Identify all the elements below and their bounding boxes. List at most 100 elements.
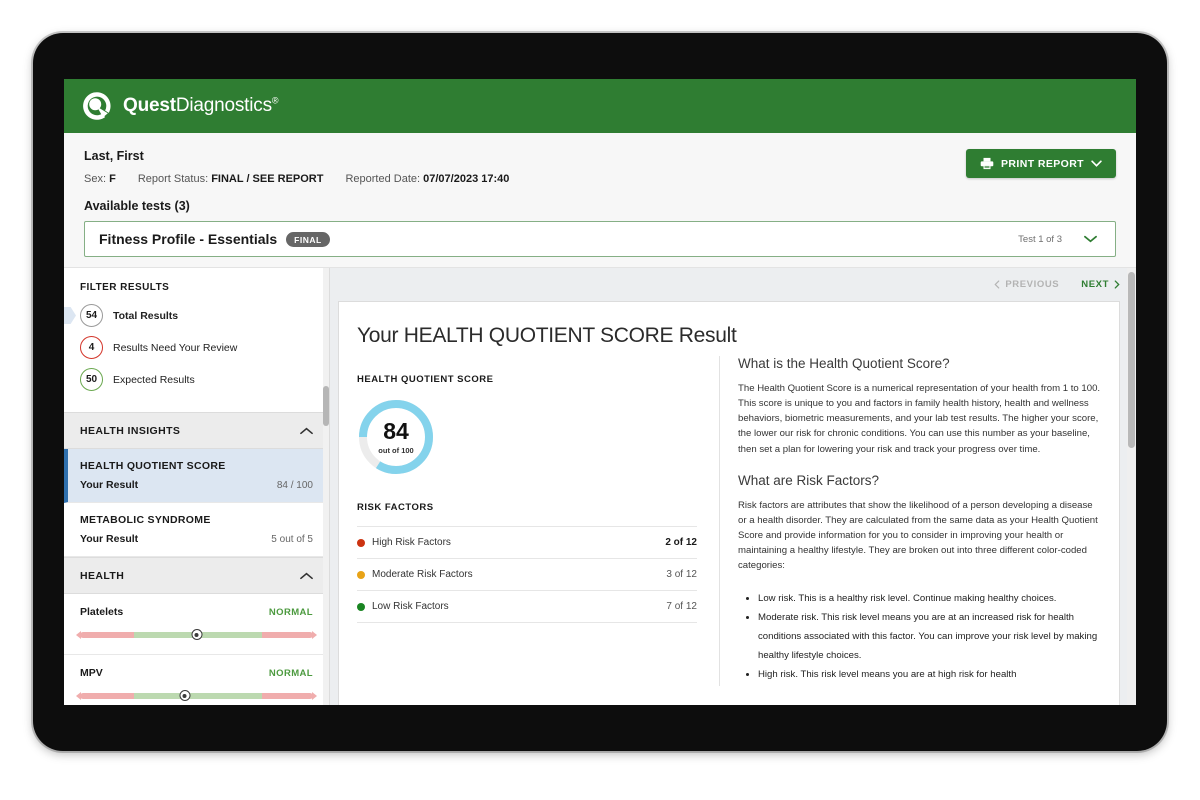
- main-result-panel: PREVIOUS NEXT Your HEALTH QUOTIENT SCORE…: [330, 268, 1136, 705]
- gauge-center-text: 84 out of 100: [357, 398, 435, 476]
- info-heading-score: What is the Health Quotient Score?: [738, 356, 950, 371]
- patient-header: Last, First Sex: F Report Status: FINAL …: [64, 133, 1136, 268]
- section-title: HEALTH: [80, 569, 125, 582]
- risk-category-list: Low risk. This is a healthy risk level. …: [738, 590, 1103, 686]
- print-report-button[interactable]: PRINT REPORT: [966, 149, 1116, 178]
- insight-result-value: 5 out of 5: [271, 534, 313, 545]
- brand-name-bold: Quest: [123, 95, 176, 116]
- chevron-right-icon: [1114, 280, 1120, 289]
- status-badge: NORMAL: [268, 668, 313, 679]
- sidebar-item-mpv[interactable]: MPV NORMAL: [64, 655, 329, 705]
- chevron-up-icon[interactable]: [300, 572, 313, 580]
- analyte-range-bar: [80, 690, 313, 701]
- tablet-screen: QuestDiagnostics® Last, First Sex: F Rep…: [64, 79, 1136, 705]
- range-bar-marker: [179, 690, 191, 701]
- filter-count-badge: 50: [80, 368, 103, 391]
- sex-label: Sex:: [84, 173, 107, 185]
- range-bar-normal-zone: [133, 693, 262, 699]
- score-value: 84: [383, 417, 409, 444]
- brand-header-bar: QuestDiagnostics®: [64, 79, 1136, 133]
- score-section-title: HEALTH QUOTIENT SCORE: [357, 374, 494, 385]
- results-sidebar: FILTER RESULTS 54 Total Results 4 Result…: [64, 268, 330, 705]
- list-item: High risk. This risk level means you are…: [758, 666, 1103, 685]
- filter-results-title: FILTER RESULTS: [80, 282, 170, 293]
- info-paragraph-score: The Health Quotient Score is a numerical…: [738, 383, 1101, 455]
- risk-row-high: High Risk Factors 2 of 12: [357, 527, 697, 559]
- risk-row-low: Low Risk Factors 7 of 12: [357, 591, 697, 623]
- tablet-device-frame: QuestDiagnostics® Last, First Sex: F Rep…: [33, 33, 1167, 751]
- sidebar-scrollbar-track[interactable]: [323, 268, 329, 705]
- status-badge: NORMAL: [268, 607, 313, 618]
- available-tests-label: Available tests (3): [84, 199, 190, 213]
- insight-result-value: 84 / 100: [276, 480, 313, 491]
- health-quotient-score-gauge: 84 out of 100: [357, 398, 435, 476]
- chevron-down-icon[interactable]: [1084, 235, 1097, 243]
- next-result-button[interactable]: NEXT: [1081, 279, 1120, 290]
- active-filter-pointer: [64, 307, 76, 324]
- filter-row-expected-results[interactable]: 50 Expected Results: [80, 368, 313, 391]
- analyte-name: Platelets: [80, 606, 124, 618]
- risk-dot-moderate-icon: [357, 570, 365, 579]
- main-scrollbar-track[interactable]: [1127, 268, 1136, 705]
- previous-label: PREVIOUS: [1005, 279, 1060, 290]
- risk-label: Low Risk Factors: [372, 601, 449, 612]
- result-info-column: What is the Health Quotient Score? The H…: [719, 356, 1119, 687]
- analyte-range-bar: [80, 629, 313, 640]
- risk-label: High Risk Factors: [372, 537, 451, 548]
- printer-icon: [980, 157, 994, 170]
- section-title: HEALTH INSIGHTS: [80, 424, 181, 437]
- chevron-left-icon: [994, 280, 1000, 289]
- sidebar-item-platelets[interactable]: Platelets NORMAL: [64, 594, 329, 655]
- reported-date-value: 07/07/2023 17:40: [423, 173, 510, 185]
- risk-factors-list: High Risk Factors 2 of 12 Moderate Risk …: [357, 526, 697, 623]
- quest-logo-icon: [82, 91, 112, 121]
- sidebar-section-health[interactable]: HEALTH: [64, 557, 329, 594]
- insight-result-label: Your Result: [80, 533, 139, 545]
- sex-value: F: [109, 173, 116, 185]
- chevron-down-icon: [1091, 160, 1102, 167]
- insight-title: HEALTH QUOTIENT SCORE: [80, 460, 226, 472]
- analyte-head: MPV NORMAL: [80, 667, 313, 679]
- analyte-head: Platelets NORMAL: [80, 606, 313, 618]
- brand-wordmark: QuestDiagnostics®: [123, 95, 279, 117]
- filter-count-badge: 54: [80, 304, 103, 327]
- sidebar-scrollbar-thumb[interactable]: [323, 386, 329, 426]
- risk-count: 7 of 12: [666, 601, 697, 612]
- risk-count: 2 of 12: [665, 537, 697, 548]
- filter-row-needs-review[interactable]: 4 Results Need Your Review: [80, 336, 313, 359]
- test-selector-dropdown[interactable]: Fitness Profile - Essentials FINAL Test …: [84, 221, 1116, 257]
- result-card: Your HEALTH QUOTIENT SCORE Result HEALTH…: [338, 301, 1120, 705]
- risk-dot-high-icon: [357, 538, 365, 547]
- reported-date-label: Reported Date:: [345, 173, 421, 185]
- filter-label: Expected Results: [113, 373, 195, 386]
- filter-row-total-results[interactable]: 54 Total Results: [64, 304, 313, 327]
- patient-meta-row: Sex: F Report Status: FINAL / SEE REPORT…: [84, 173, 1116, 185]
- sidebar-item-metabolic-syndrome[interactable]: METABOLIC SYNDROME Your Result 5 out of …: [64, 503, 329, 557]
- test-status-badge: FINAL: [286, 231, 330, 247]
- result-body: HEALTH QUOTIENT SCORE 84 out of 100 RISK…: [339, 356, 1119, 687]
- list-item: Moderate risk. This risk level means you…: [758, 609, 1103, 665]
- pager-bar: PREVIOUS NEXT: [330, 268, 1136, 301]
- report-status-field: Report Status: FINAL / SEE REPORT: [138, 173, 324, 185]
- range-bar-marker: [191, 629, 202, 640]
- previous-result-button[interactable]: PREVIOUS: [994, 279, 1059, 290]
- registered-mark: ®: [271, 95, 279, 106]
- risk-dot-low-icon: [357, 602, 365, 611]
- list-item: Low risk. This is a healthy risk level. …: [758, 590, 1103, 609]
- insight-title: METABOLIC SYNDROME: [80, 514, 211, 526]
- main-scrollbar-thumb[interactable]: [1128, 272, 1135, 448]
- insight-result-row: Your Result 5 out of 5: [80, 533, 313, 545]
- insight-result-label: Your Result: [80, 479, 139, 491]
- sidebar-section-health-insights[interactable]: HEALTH INSIGHTS: [64, 412, 329, 449]
- chevron-up-icon[interactable]: [300, 427, 313, 435]
- risk-row-moderate: Moderate Risk Factors 3 of 12: [357, 559, 697, 591]
- reported-date-field: Reported Date: 07/07/2023 17:40: [345, 173, 509, 185]
- content-area: FILTER RESULTS 54 Total Results 4 Result…: [64, 268, 1136, 705]
- next-label: NEXT: [1081, 279, 1109, 290]
- test-selector-name: Fitness Profile - Essentials: [99, 231, 278, 247]
- filter-label: Results Need Your Review: [113, 341, 238, 354]
- risk-label: Moderate Risk Factors: [372, 569, 473, 580]
- sidebar-item-health-quotient-score[interactable]: HEALTH QUOTIENT SCORE Your Result 84 / 1…: [64, 449, 329, 503]
- page-title: Your HEALTH QUOTIENT SCORE Result: [357, 324, 737, 347]
- report-status-value: FINAL / SEE REPORT: [211, 173, 324, 185]
